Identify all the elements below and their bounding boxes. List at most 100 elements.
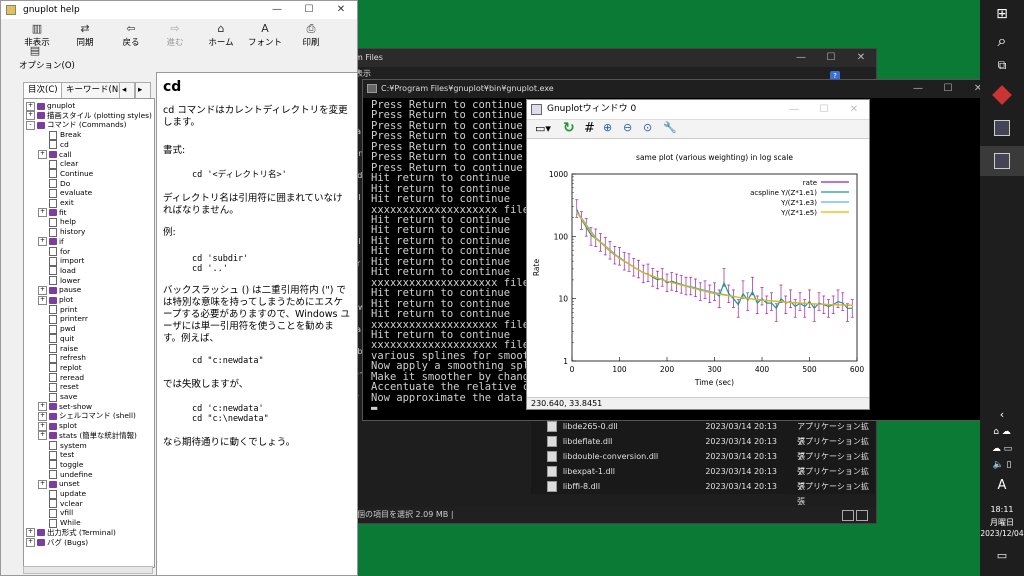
ime-indicator[interactable]: A: [980, 478, 1024, 493]
console-titlebar[interactable]: C:¥Program Files¥gnuplot¥bin¥gnuplot.exe…: [363, 80, 993, 98]
expand-icon[interactable]: +: [26, 111, 35, 121]
tree-item[interactable]: toggle: [38, 460, 83, 470]
expand-icon[interactable]: +: [38, 431, 47, 441]
tree-item[interactable]: exit: [38, 198, 74, 208]
collapse-icon[interactable]: -: [26, 120, 35, 130]
file-row[interactable]: libdouble-conversion.dll 2023/03/14 20:13…: [531, 449, 875, 476]
tree-item[interactable]: refresh: [38, 353, 86, 363]
tree-item[interactable]: + fit: [38, 208, 67, 218]
tree-item[interactable]: replot: [38, 363, 82, 373]
tab-scroll-left-icon[interactable]: ◂: [119, 82, 135, 99]
settings-wrench-icon[interactable]: 🔧: [663, 121, 677, 134]
tree-item[interactable]: + plot: [38, 295, 73, 305]
help-window[interactable]: gnuplot help — ☐ ✕ ▤ オプション(O) 目次(C) キーワード(…: [0, 0, 358, 576]
tree-item[interactable]: print: [38, 305, 77, 315]
tab-scroll-right-icon[interactable]: ▸: [135, 82, 151, 99]
grid-icon[interactable]: #: [584, 121, 595, 136]
print-button[interactable]: ⎙ 印刷: [289, 22, 333, 48]
expand-icon[interactable]: +: [38, 402, 47, 412]
details-view-icon[interactable]: [842, 510, 854, 521]
minimize-icon[interactable]: —: [261, 1, 293, 19]
zoom-reset-icon[interactable]: ⊙: [643, 121, 652, 134]
close-icon[interactable]: ✕: [839, 100, 869, 119]
minimize-icon[interactable]: —: [786, 49, 816, 67]
tree-item[interactable]: printerr: [38, 314, 88, 324]
tree-item[interactable]: save: [38, 392, 77, 402]
tree-item[interactable]: + if: [38, 237, 64, 247]
tree-item[interactable]: Break: [38, 130, 81, 140]
tree-item[interactable]: quit: [38, 334, 74, 344]
tree-item[interactable]: + unset: [38, 479, 80, 489]
expand-icon[interactable]: +: [38, 150, 47, 159]
contents-tree[interactable]: + gnuplot + 描画スタイル (plotting styles) - コマンド (…: [23, 98, 155, 568]
tree-item[interactable]: + バグ (Bugs): [26, 538, 88, 548]
expand-icon[interactable]: +: [26, 538, 35, 547]
tree-item[interactable]: reset: [38, 382, 79, 392]
gnuplot-toolbar[interactable]: ▭▾ ↻ # ⊕ ⊖ ⊙ 🔧: [527, 120, 869, 139]
tree-item[interactable]: evaluate: [38, 188, 92, 198]
tree-item[interactable]: + pause: [38, 285, 81, 295]
maximize-icon[interactable]: ☐: [293, 1, 325, 19]
chevron-left-icon[interactable]: ‹: [980, 408, 1024, 421]
tree-item[interactable]: load: [38, 266, 76, 276]
minimize-icon[interactable]: —: [779, 100, 809, 119]
file-row[interactable]: libde265-0.dll 2023/03/14 20:13 アプリケーション拡張: [531, 419, 875, 446]
tree-item[interactable]: import: [38, 256, 84, 266]
back-button[interactable]: ⇦ 戻る: [109, 22, 153, 48]
tree-item[interactable]: for: [38, 247, 70, 257]
app-icon-1[interactable]: [980, 85, 1024, 105]
tree-item[interactable]: lower: [38, 276, 80, 286]
tree-item[interactable]: cd: [38, 140, 69, 150]
tree-item[interactable]: + シェルコマンド (shell): [38, 411, 136, 421]
plot-area[interactable]: same plot (various weighting) in log sca…: [527, 138, 869, 396]
gnuplot-window[interactable]: Gnuplotウィンドウ 0 — ☐ ✕ ▭▾ ↻ # ⊕ ⊖ ⊙ 🔧 same p…: [526, 99, 870, 410]
tree-item[interactable]: update: [38, 489, 86, 499]
zoom-out-icon[interactable]: ⊖: [623, 121, 632, 134]
tree-item[interactable]: raise: [38, 344, 78, 354]
notification-icon[interactable]: ▭: [980, 549, 1024, 562]
expand-icon[interactable]: +: [38, 479, 47, 489]
gnuplot-titlebar[interactable]: Gnuplotウィンドウ 0 — ☐ ✕: [527, 100, 869, 120]
tray-icons-row1[interactable]: ⌂ ☁: [980, 427, 1024, 437]
forward-button[interactable]: ⇨ 進む: [153, 22, 197, 48]
clock-weekday[interactable]: 月曜日: [980, 517, 1024, 528]
close-icon[interactable]: ✕: [846, 49, 876, 67]
tree-item[interactable]: history: [38, 227, 85, 237]
tree-item[interactable]: Do: [38, 179, 70, 189]
expand-icon[interactable]: +: [38, 411, 47, 421]
tree-hscrollbar[interactable]: [23, 566, 153, 574]
tree-item[interactable]: clear: [38, 159, 78, 169]
font-button[interactable]: A フォント: [243, 22, 287, 48]
tree-item[interactable]: Continue: [38, 169, 93, 179]
help-titlebar[interactable]: gnuplot help — ☐ ✕: [1, 1, 357, 19]
maximize-icon[interactable]: ☐: [809, 100, 839, 119]
home-button[interactable]: ⌂ ホーム: [199, 22, 243, 48]
tree-item[interactable]: + call: [38, 150, 72, 160]
tree-item[interactable]: test: [38, 450, 74, 460]
sync-button[interactable]: ⇄ 同期: [63, 22, 107, 48]
file-row[interactable]: libdeflate.dll 2023/03/14 20:13 アプリケーション拡張: [531, 434, 875, 461]
expand-icon[interactable]: +: [38, 237, 47, 247]
tree-item[interactable]: vfill: [38, 508, 73, 518]
search-icon[interactable]: ⌕: [980, 31, 1024, 51]
maximize-icon[interactable]: ☐: [816, 49, 846, 67]
expand-icon[interactable]: +: [38, 285, 47, 295]
zoom-in-icon[interactable]: ⊕: [603, 121, 612, 134]
tree-item[interactable]: + splot: [38, 421, 77, 431]
tree-item[interactable]: help: [38, 217, 76, 227]
file-row[interactable]: libexpat-1.dll 2023/03/14 20:13 アプリケーション拡張: [531, 464, 875, 491]
volume-icon[interactable]: 🔈 ▯: [980, 460, 1024, 470]
replot-icon[interactable]: ↻: [563, 120, 575, 136]
tab-contents[interactable]: 目次(C): [23, 82, 63, 99]
task-view-icon[interactable]: ⧉: [980, 58, 1024, 73]
file-list[interactable]: libde265-0.dll 2023/03/14 20:13 アプリケーション拡張…: [531, 419, 875, 506]
tree-item[interactable]: pwd: [38, 324, 75, 334]
help-content-pane[interactable]: cd cd コマンドはカレントディレクトリを変更します。 書式: cd '<ディレク…: [156, 72, 358, 576]
minimize-icon[interactable]: —: [903, 80, 933, 98]
explorer-titlebar[interactable]: m Files — ☐ ✕: [351, 49, 876, 67]
tree-item[interactable]: undefine: [38, 470, 93, 480]
tab-keyword[interactable]: キーワード(N): [61, 82, 127, 99]
tree-item[interactable]: + set-show: [38, 402, 92, 412]
tree-item[interactable]: + stats (簡単な統計情報): [38, 431, 137, 441]
file-row[interactable]: libffi-8.dll 2023/03/14 20:13 アプリケーション拡張: [531, 479, 875, 506]
